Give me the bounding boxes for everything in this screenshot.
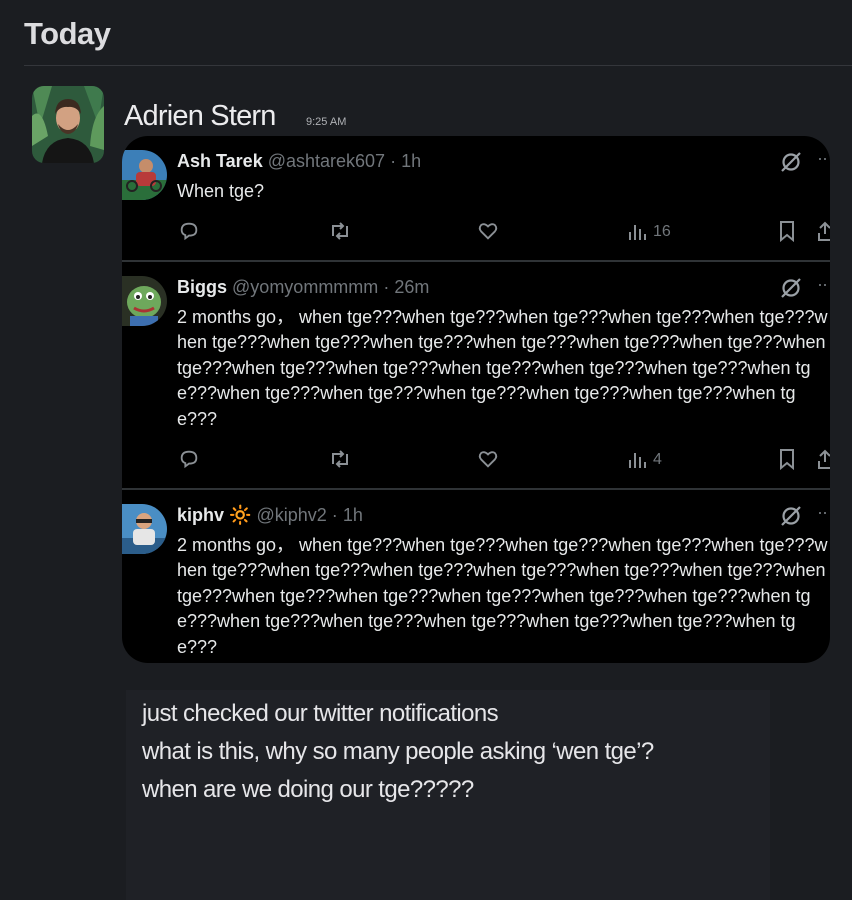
tweet-header: Biggs @yomyommmmm · 26m xyxy=(177,277,429,298)
heart-icon[interactable] xyxy=(477,448,499,470)
message-line: when are we doing our tge????? xyxy=(142,776,474,803)
tweet-author-name[interactable]: kiphv xyxy=(177,505,224,525)
share-icon[interactable] xyxy=(817,448,830,470)
tweet-separator: · xyxy=(331,505,338,525)
day-header: Today xyxy=(24,16,111,51)
bookmark-icon[interactable] xyxy=(777,448,797,470)
views-icon xyxy=(629,453,646,468)
tweet-header: kiphv 🔆 @kiphv2 · 1h xyxy=(177,505,363,526)
views-icon xyxy=(629,225,646,240)
tweet-separator: · xyxy=(390,151,397,171)
reply-icon[interactable] xyxy=(178,448,200,470)
grok-logo-icon[interactable] xyxy=(780,505,802,527)
grok-logo-icon[interactable] xyxy=(780,277,802,299)
tweet-text: When tge? xyxy=(177,181,265,201)
tweet-separator: · xyxy=(383,277,390,297)
message-body: just checked our twitter notifications w… xyxy=(126,690,770,900)
sender-avatar-image xyxy=(32,86,104,163)
day-divider xyxy=(24,65,852,66)
views-counter[interactable]: 4 xyxy=(627,449,662,471)
grok-logo-icon[interactable] xyxy=(780,151,802,173)
message-line: what is this, why so many people asking … xyxy=(142,738,654,765)
tweet-ash-tarek[interactable]: Ash Tarek @ashtarek607 · 1h ·· When tge?… xyxy=(122,136,830,260)
views-counter[interactable]: 16 xyxy=(627,221,671,243)
views-count: 4 xyxy=(653,451,662,468)
tweet-author-name[interactable]: Ash Tarek xyxy=(177,151,263,171)
heart-icon[interactable] xyxy=(477,220,499,242)
tweet-author-handle[interactable]: @yomyommmmm xyxy=(232,277,378,297)
tweet-age[interactable]: 26m xyxy=(394,277,429,297)
tweet-header: Ash Tarek @ashtarek607 · 1h xyxy=(177,151,421,172)
tweet-author-handle[interactable]: @kiphv2 xyxy=(256,505,326,525)
tweet-text: 2 months go， when tge???when tge???when … xyxy=(177,535,828,657)
views-count: 16 xyxy=(653,223,671,240)
tweet-author-handle[interactable]: @ashtarek607 xyxy=(268,151,385,171)
bookmark-icon[interactable] xyxy=(777,220,797,242)
sender-avatar[interactable] xyxy=(32,86,104,163)
retweet-icon[interactable] xyxy=(328,448,352,470)
tweet-embed-screenshot: Ash Tarek @ashtarek607 · 1h ·· When tge?… xyxy=(122,136,830,663)
tweet-age[interactable]: 1h xyxy=(401,151,421,171)
message-timestamp[interactable]: 9:25 AM xyxy=(306,116,346,128)
retweet-icon[interactable] xyxy=(328,220,352,242)
tweet-text: 2 months go， when tge???when tge???when … xyxy=(177,307,828,429)
tweet-author-emoji: 🔆 xyxy=(229,505,252,525)
tweet-avatar[interactable] xyxy=(122,150,167,200)
tweet-biggs[interactable]: Biggs @yomyommmmm · 26m ·· 2 months go， … xyxy=(122,262,830,488)
tweet-age[interactable]: 1h xyxy=(343,505,363,525)
tweet-avatar[interactable] xyxy=(122,276,167,326)
more-icon[interactable]: ·· xyxy=(817,148,828,169)
message-line: just checked our twitter notifications xyxy=(142,700,499,727)
more-icon[interactable]: ·· xyxy=(817,274,828,295)
tweet-kiphv[interactable]: kiphv 🔆 @kiphv2 · 1h ·· 2 months go， whe… xyxy=(122,490,830,663)
more-icon[interactable]: ·· xyxy=(817,502,828,523)
reply-icon[interactable] xyxy=(178,220,200,242)
sender-name[interactable]: Adrien Stern xyxy=(124,100,276,133)
share-icon[interactable] xyxy=(817,220,830,242)
tweet-avatar[interactable] xyxy=(122,504,167,554)
tweet-author-name[interactable]: Biggs xyxy=(177,277,227,297)
